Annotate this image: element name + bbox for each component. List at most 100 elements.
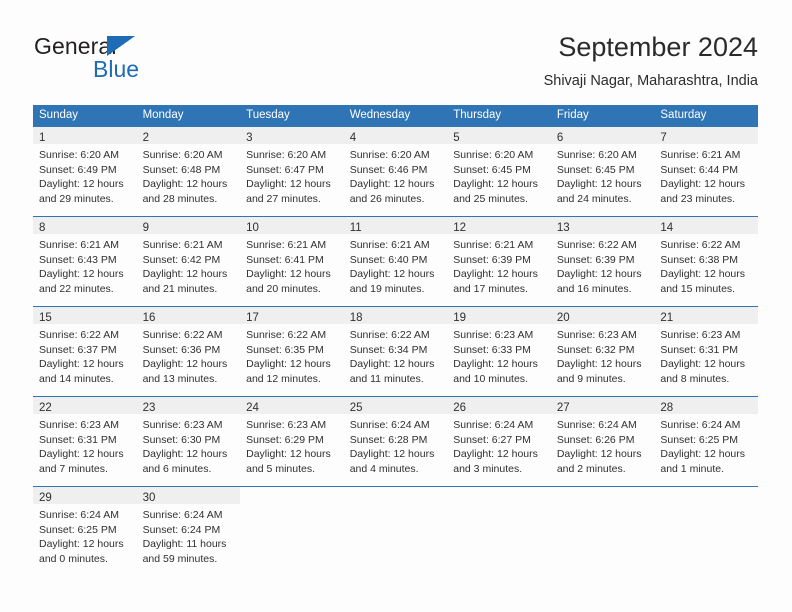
day-number: 18 — [349, 312, 363, 324]
calendar-day-cell[interactable]: 27 Sunrise: 6:24 AM Sunset: 6:26 PM Dayligh… — [550, 396, 655, 487]
sunset-time: Sunset: 6:25 PM — [39, 523, 117, 536]
daylight-duration-line2: and 14 minutes. — [39, 372, 114, 385]
daylight-duration-line2: and 15 minutes. — [660, 282, 736, 295]
calendar-day-cell[interactable]: 3 Sunrise: 6:20 AM Sunset: 6:47 PM Daylight… — [240, 127, 344, 217]
sunset-time: Sunset: 6:26 PM — [556, 433, 635, 446]
day-cell-content: 5 Sunrise: 6:20 AM Sunset: 6:45 PM Daylight… — [447, 127, 551, 216]
daylight-duration-line2: and 13 minutes. — [142, 372, 218, 385]
sunrise-time: Sunrise: 6:21 AM — [142, 239, 223, 251]
daylight-duration-line2: and 4 minutes. — [349, 462, 419, 475]
day-number-bar: 12 — [447, 217, 551, 234]
daylight-duration-line1: Daylight: 12 hours — [660, 268, 746, 281]
calendar-week-row: 15 Sunrise: 6:22 AM Sunset: 6:37 PM Dayligh… — [33, 306, 758, 397]
daylight-duration-line2: and 16 minutes. — [556, 282, 632, 295]
sunrise-time: Sunrise: 6:24 AM — [453, 419, 534, 431]
daylight-duration-line2: and 25 minutes. — [453, 192, 528, 205]
calendar-day-cell[interactable]: 29 Sunrise: 6:24 AM Sunset: 6:25 PM Dayligh… — [33, 486, 137, 576]
sunset-time: Sunset: 6:42 PM — [142, 253, 221, 266]
day-number: 3 — [246, 132, 253, 144]
daylight-duration-line2: and 23 minutes. — [660, 192, 736, 205]
day-number: 28 — [660, 402, 674, 414]
day-number: 9 — [142, 222, 149, 234]
weekday-header-saturday: Saturday — [654, 105, 758, 127]
day-number: 25 — [349, 402, 363, 414]
day-number-bar: 28 — [654, 397, 758, 414]
calendar-day-cell[interactable]: 9 Sunrise: 6:21 AM Sunset: 6:42 PM Daylight… — [136, 216, 241, 307]
daylight-duration-line2: and 27 minutes. — [246, 192, 321, 205]
daylight-duration-line2: and 26 minutes. — [349, 192, 425, 205]
calendar-week-row: 22 Sunrise: 6:23 AM Sunset: 6:31 PM Dayligh… — [33, 396, 758, 487]
sunrise-time: Sunrise: 6:24 AM — [349, 419, 430, 431]
calendar-table: Sunday Monday Tuesday Wednesday Thursday… — [33, 105, 758, 576]
page-subtitle-location: Shivaji Nagar, Maharashtra, India — [543, 73, 758, 89]
calendar-day-cell[interactable]: 17 Sunrise: 6:22 AM Sunset: 6:35 PM Dayligh… — [240, 306, 344, 397]
day-sun-info: Sunrise: 6:21 AM Sunset: 6:44 PM Daylight:… — [654, 144, 758, 206]
calendar-day-cell[interactable]: 2 Sunrise: 6:20 AM Sunset: 6:48 PM Daylight… — [136, 127, 241, 217]
calendar-day-cell[interactable]: 20 Sunrise: 6:23 AM Sunset: 6:32 PM Dayligh… — [550, 306, 655, 397]
calendar-day-cell[interactable]: 22 Sunrise: 6:23 AM Sunset: 6:31 PM Dayligh… — [33, 396, 137, 487]
daylight-duration-line1: Daylight: 11 hours — [142, 538, 227, 551]
calendar-day-cell[interactable]: 7 Sunrise: 6:21 AM Sunset: 6:44 PM Daylight… — [654, 127, 758, 217]
calendar-day-cell[interactable]: 25 Sunrise: 6:24 AM Sunset: 6:28 PM Dayligh… — [343, 396, 448, 487]
sunrise-time: Sunrise: 6:21 AM — [246, 239, 327, 251]
calendar-day-cell[interactable]: 16 Sunrise: 6:22 AM Sunset: 6:36 PM Dayligh… — [136, 306, 241, 397]
sunset-time: Sunset: 6:39 PM — [453, 253, 531, 266]
calendar-day-cell[interactable]: 18 Sunrise: 6:22 AM Sunset: 6:34 PM Dayligh… — [343, 306, 448, 397]
weekday-header-thursday: Thursday — [447, 105, 551, 127]
daylight-duration-line2: and 6 minutes. — [142, 462, 212, 475]
day-number: 15 — [39, 312, 52, 324]
day-number-bar: 2 — [136, 127, 241, 144]
calendar-day-cell[interactable]: 8 Sunrise: 6:21 AM Sunset: 6:43 PM Daylight… — [33, 216, 137, 307]
day-sun-info: Sunrise: 6:24 AM Sunset: 6:25 PM Daylight:… — [654, 414, 758, 476]
daylight-duration-line1: Daylight: 12 hours — [39, 448, 124, 461]
day-number-bar: 3 — [240, 127, 344, 144]
sunset-time: Sunset: 6:48 PM — [142, 163, 221, 176]
calendar-day-cell[interactable]: 11 Sunrise: 6:21 AM Sunset: 6:40 PM Dayligh… — [343, 216, 448, 307]
calendar-day-cell[interactable]: 30 Sunrise: 6:24 AM Sunset: 6:24 PM Dayligh… — [136, 486, 241, 576]
sunset-time: Sunset: 6:31 PM — [39, 433, 117, 446]
calendar-day-cell[interactable]: 5 Sunrise: 6:20 AM Sunset: 6:45 PM Daylight… — [447, 127, 551, 217]
calendar-day-cell[interactable]: 10 Sunrise: 6:21 AM Sunset: 6:41 PM Dayligh… — [240, 216, 344, 307]
sunrise-time: Sunrise: 6:23 AM — [556, 329, 637, 341]
calendar-day-cell[interactable]: 26 Sunrise: 6:24 AM Sunset: 6:27 PM Dayligh… — [447, 396, 551, 487]
day-cell-content: 8 Sunrise: 6:21 AM Sunset: 6:43 PM Daylight… — [33, 217, 137, 306]
weekday-header-tuesday: Tuesday — [240, 105, 344, 127]
calendar-day-cell[interactable]: 4 Sunrise: 6:20 AM Sunset: 6:46 PM Daylight… — [343, 127, 448, 217]
daylight-duration-line1: Daylight: 12 hours — [660, 358, 746, 371]
sunrise-time: Sunrise: 6:23 AM — [39, 419, 119, 431]
day-cell-content: 28 Sunrise: 6:24 AM Sunset: 6:25 PM Dayligh… — [654, 397, 758, 486]
daylight-duration-line1: Daylight: 12 hours — [660, 448, 746, 461]
day-number: 14 — [660, 222, 674, 234]
calendar-day-cell[interactable]: 28 Sunrise: 6:24 AM Sunset: 6:25 PM Dayligh… — [654, 396, 758, 487]
calendar-day-cell[interactable]: 21 Sunrise: 6:23 AM Sunset: 6:31 PM Dayligh… — [654, 306, 758, 397]
day-number-bar: 25 — [343, 397, 448, 414]
day-cell-content: 25 Sunrise: 6:24 AM Sunset: 6:28 PM Dayligh… — [343, 397, 448, 486]
daylight-duration-line1: Daylight: 12 hours — [39, 538, 124, 551]
daylight-duration-line2: and 17 minutes. — [453, 282, 528, 295]
general-blue-logo[interactable]: General Blue — [34, 33, 244, 83]
day-number: 22 — [39, 402, 52, 414]
calendar-day-cell[interactable]: 24 Sunrise: 6:23 AM Sunset: 6:29 PM Dayligh… — [240, 396, 344, 487]
calendar-day-cell[interactable]: 19 Sunrise: 6:23 AM Sunset: 6:33 PM Dayligh… — [447, 306, 551, 397]
day-number-bar: 10 — [240, 217, 344, 234]
sunrise-time: Sunrise: 6:21 AM — [349, 239, 430, 251]
day-sun-info: Sunrise: 6:20 AM Sunset: 6:45 PM Daylight:… — [551, 144, 655, 206]
calendar-day-cell[interactable]: 14 Sunrise: 6:22 AM Sunset: 6:38 PM Dayligh… — [654, 216, 758, 307]
calendar-day-cell[interactable]: 12 Sunrise: 6:21 AM Sunset: 6:39 PM Dayligh… — [447, 216, 551, 307]
day-number: 19 — [453, 312, 467, 324]
sunset-time: Sunset: 6:49 PM — [39, 163, 117, 176]
calendar-day-cell[interactable]: 15 Sunrise: 6:22 AM Sunset: 6:37 PM Dayligh… — [33, 306, 137, 397]
day-cell-content: 20 Sunrise: 6:23 AM Sunset: 6:32 PM Dayligh… — [550, 307, 655, 396]
sunset-time: Sunset: 6:40 PM — [349, 253, 428, 266]
daylight-duration-line1: Daylight: 12 hours — [246, 178, 331, 191]
calendar-day-cell[interactable]: 13 Sunrise: 6:22 AM Sunset: 6:39 PM Dayligh… — [550, 216, 655, 307]
calendar-day-cell[interactable]: 23 Sunrise: 6:23 AM Sunset: 6:30 PM Dayligh… — [136, 396, 241, 487]
day-sun-info: Sunrise: 6:22 AM Sunset: 6:38 PM Daylight:… — [654, 234, 758, 296]
calendar-day-cell[interactable]: 1 Sunrise: 6:20 AM Sunset: 6:49 PM Daylight… — [33, 127, 137, 217]
daylight-duration-line2: and 0 minutes. — [39, 552, 108, 565]
day-sun-info: Sunrise: 6:24 AM Sunset: 6:28 PM Daylight:… — [344, 414, 448, 476]
day-number-bar: 20 — [550, 307, 655, 324]
calendar-day-cell[interactable]: 6 Sunrise: 6:20 AM Sunset: 6:45 PM Daylight… — [550, 127, 655, 217]
day-number-bar: 17 — [240, 307, 344, 324]
day-number-bar: 19 — [447, 307, 551, 324]
